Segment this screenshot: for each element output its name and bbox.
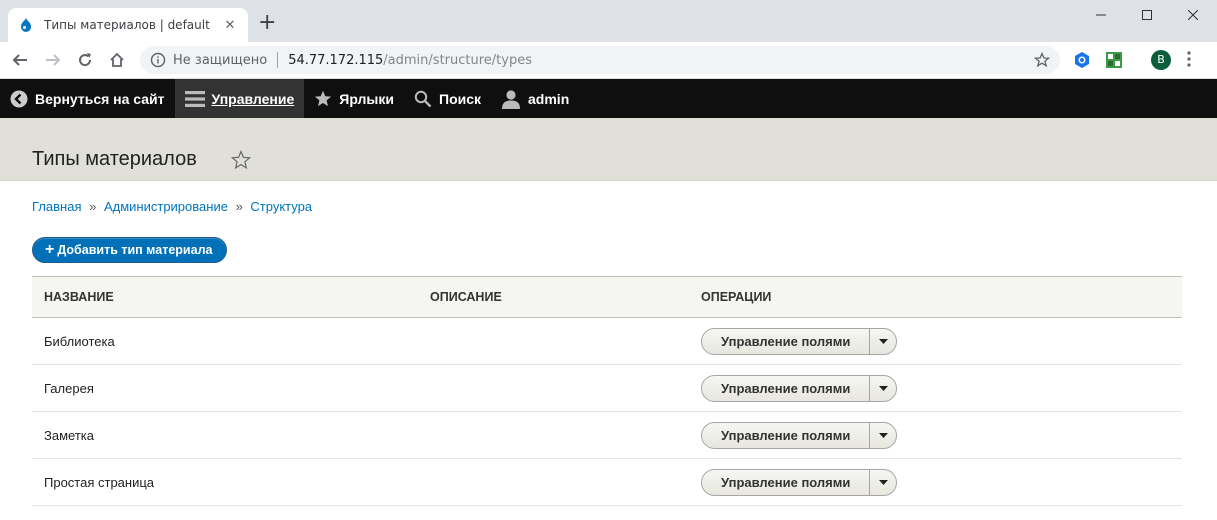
operations-dropbutton: Управление полями [701, 327, 898, 355]
breadcrumb-separator: » [89, 199, 97, 214]
dropdown-toggle[interactable] [870, 376, 896, 401]
home-icon[interactable] [107, 50, 127, 70]
breadcrumb-separator: » [235, 199, 243, 214]
content-type-name: Заметка [32, 411, 418, 459]
dropdown-toggle[interactable] [870, 470, 896, 495]
toolbar-label: Ярлыки [339, 90, 394, 107]
content-type-description [418, 458, 689, 506]
operations-cell: Управление полями [689, 317, 1182, 365]
omnibox-separator [277, 52, 279, 68]
breadcrumb-link-structure[interactable]: Структура [250, 199, 312, 214]
url-host: 54.77.172.115 [288, 52, 384, 68]
content-type-description [418, 411, 689, 459]
close-tab-icon[interactable]: ✕ [222, 18, 238, 33]
add-content-type-label: Добавить тип материала [57, 243, 213, 257]
favorite-star-icon[interactable] [231, 150, 251, 170]
caret-down-icon [878, 479, 888, 485]
drupal-favicon-icon [21, 18, 31, 32]
maximize-icon[interactable] [1124, 0, 1170, 30]
caret-down-icon [878, 385, 888, 391]
star-icon [314, 90, 332, 108]
bookmark-star-icon[interactable] [1034, 52, 1050, 68]
column-header-operations: Операции [689, 276, 1182, 318]
back-arrow-icon[interactable] [10, 50, 30, 70]
manage-fields-button[interactable]: Управление полями [702, 375, 871, 401]
operations-dropbutton: Управление полями [701, 374, 898, 402]
toolbar-shortcuts[interactable]: Ярлыки [304, 79, 404, 118]
operations-cell: Управление полями [689, 411, 1182, 459]
hamburger-icon [184, 90, 205, 108]
browser-toolbar: Не защищено 54.77.172.115 /admin/structu… [0, 42, 1217, 79]
content-type-name: Простая страница [32, 458, 418, 506]
reload-icon[interactable] [75, 50, 95, 70]
operations-cell: Управление полями [689, 364, 1182, 412]
table-row: Простая страница Управление полями [32, 458, 1182, 506]
url-path: /admin/structure/types [383, 52, 532, 68]
column-header-description: Описание [418, 276, 689, 318]
user-icon [501, 89, 521, 109]
tab-title: Типы материалов | default [44, 18, 210, 32]
profile-avatar[interactable]: B [1151, 50, 1171, 70]
table-header-row: Название Описание Операции [32, 276, 1182, 318]
table-row: Заметка Управление полями [32, 411, 1182, 459]
info-icon[interactable] [150, 52, 166, 68]
table-row: Галерея Управление полями [32, 364, 1182, 412]
toolbar-label: Вернуться на сайт [35, 90, 165, 107]
caret-down-icon [878, 338, 888, 344]
new-tab-button[interactable]: + [258, 12, 276, 34]
admin-toolbar: Вернуться на сайт Управление Ярлыки Поис… [0, 79, 1217, 118]
column-header-name: Название [32, 276, 418, 318]
content-type-description [418, 364, 689, 412]
back-circle-icon [10, 90, 28, 108]
forward-arrow-icon[interactable] [43, 50, 63, 70]
manage-fields-button[interactable]: Управление полями [702, 469, 871, 495]
breadcrumb: Главная » Администрирование » Структура [32, 199, 312, 214]
browser-tab[interactable]: Типы материалов | default ✕ [8, 8, 248, 42]
toolbar-user[interactable]: admin [491, 79, 579, 118]
page-title: Типы материалов [32, 148, 197, 170]
operations-cell: Управление полями [689, 458, 1182, 506]
content-type-name: Галерея [32, 364, 418, 412]
toolbar-label: Управление [211, 90, 295, 107]
add-content-type-button[interactable]: + Добавить тип материала [32, 237, 228, 263]
breadcrumb-link-admin[interactable]: Администрирование [104, 199, 228, 214]
security-label: Не защищено [173, 52, 268, 68]
plus-icon: + [45, 241, 55, 258]
operations-dropbutton: Управление полями [701, 468, 898, 496]
content-type-name: Библиотека [32, 317, 418, 365]
extension-grid-icon[interactable] [1105, 51, 1123, 69]
window-close-icon[interactable] [1170, 0, 1216, 30]
operations-dropbutton: Управление полями [701, 421, 898, 449]
dropdown-toggle[interactable] [870, 423, 896, 448]
manage-fields-button[interactable]: Управление полями [702, 422, 871, 448]
table-row: Библиотека Управление полями [32, 317, 1182, 365]
toolbar-label: admin [528, 90, 570, 107]
toolbar-label: Поиск [439, 90, 482, 107]
toolbar-manage[interactable]: Управление [174, 79, 305, 118]
minimize-icon[interactable] [1078, 0, 1124, 30]
browser-tab-strip: Типы материалов | default ✕ + [0, 0, 1217, 42]
manage-fields-button[interactable]: Управление полями [702, 328, 871, 354]
content-types-table: Название Описание Операции Библиотека Уп… [32, 276, 1182, 506]
toolbar-search[interactable]: Поиск [404, 79, 491, 118]
dropdown-toggle[interactable] [870, 329, 896, 354]
browser-menu-icon[interactable] [1187, 51, 1191, 67]
address-bar[interactable]: Не защищено 54.77.172.115 /admin/structu… [140, 46, 1060, 74]
content-type-description [418, 317, 689, 365]
toolbar-back-to-site[interactable]: Вернуться на сайт [0, 79, 175, 118]
breadcrumb-link-home[interactable]: Главная [32, 199, 81, 214]
extension-shield-icon[interactable] [1073, 51, 1091, 69]
page-header: Типы материалов [0, 118, 1217, 181]
search-icon [414, 90, 432, 108]
caret-down-icon [878, 432, 888, 438]
